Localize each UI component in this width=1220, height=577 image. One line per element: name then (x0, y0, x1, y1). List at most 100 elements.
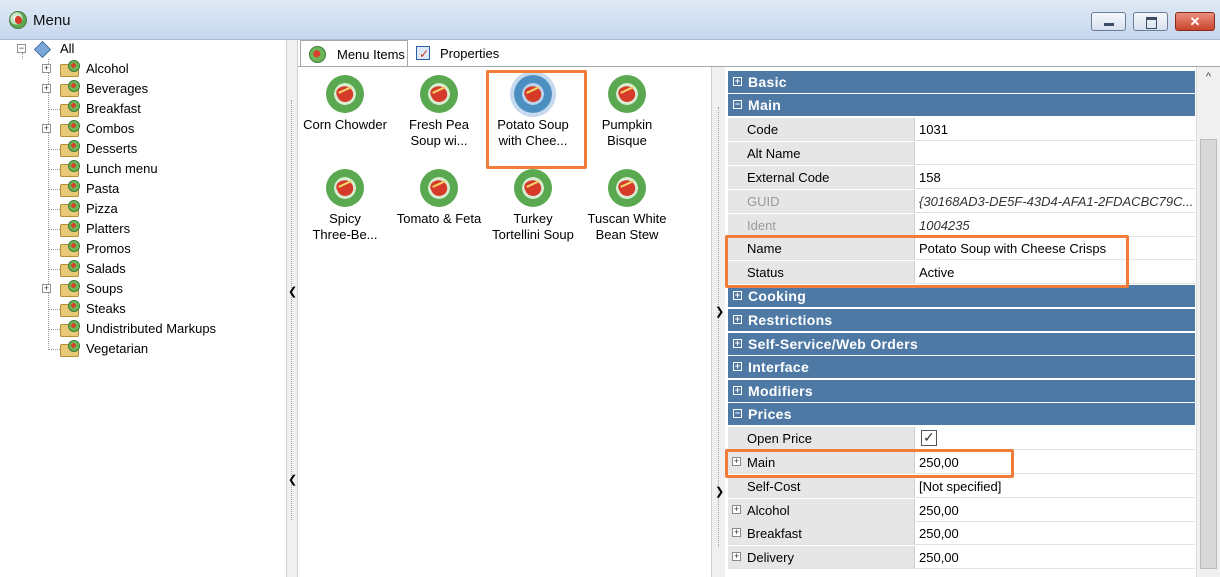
scroll-up-arrow-icon[interactable]: ^ (1197, 71, 1220, 83)
expand-icon[interactable]: + (732, 457, 741, 466)
menu-item-tile-selected[interactable]: Potato Soup with Chee... (486, 67, 580, 167)
property-row-code[interactable]: Code 1031 (728, 118, 1195, 141)
properties-icon (416, 41, 430, 68)
property-row-external-code[interactable]: External Code 158 (728, 166, 1195, 189)
tree-item-soups[interactable]: + Soups (42, 279, 282, 299)
menu-item-tile[interactable]: Tuscan White Bean Stew (580, 161, 674, 261)
tree-item-combos[interactable]: + Combos (42, 119, 282, 139)
folder-icon (59, 180, 81, 198)
tree-item-lunch-menu[interactable]: Lunch menu (42, 159, 282, 179)
expand-icon[interactable]: + (732, 552, 741, 561)
close-button[interactable] (1175, 12, 1215, 31)
scroll-thumb[interactable] (1200, 139, 1217, 569)
folder-icon (59, 120, 81, 138)
right-splitter[interactable]: ❯ ❯ (711, 67, 725, 577)
menu-item-tile[interactable]: Corn Chowder (298, 67, 392, 167)
property-row-price-delivery[interactable]: + Delivery 250,00 (728, 546, 1195, 569)
expand-icon[interactable]: + (733, 362, 742, 371)
category-interface[interactable]: + Interface (728, 356, 1195, 378)
category-self-service[interactable]: + Self-Service/Web Orders (728, 333, 1195, 355)
expand-icon[interactable]: + (733, 291, 742, 300)
property-row-price-main[interactable]: + Main 250,00 (728, 451, 1195, 474)
expand-icon[interactable]: + (732, 505, 741, 514)
maximize-button[interactable] (1133, 12, 1168, 31)
open-price-checkbox[interactable] (921, 429, 937, 446)
collapse-icon[interactable]: − (733, 409, 742, 418)
dish-icon (420, 75, 458, 113)
tree-item-pasta[interactable]: Pasta (42, 179, 282, 199)
dish-icon (608, 169, 646, 207)
property-grid-scrollbar[interactable]: ^ (1196, 67, 1220, 577)
expand-icon[interactable]: + (733, 315, 742, 324)
collapse-left-arrow-icon[interactable]: ❮ (288, 473, 297, 486)
tree-item-desserts[interactable]: Desserts (42, 139, 282, 159)
category-prices[interactable]: − Prices (728, 403, 1195, 425)
expand-icon[interactable]: + (733, 77, 742, 86)
dish-icon (514, 75, 552, 113)
expand-right-arrow-icon[interactable]: ❯ (715, 485, 724, 498)
tab-menu-items[interactable]: Menu Items (300, 40, 408, 67)
expand-icon[interactable]: + (733, 339, 742, 348)
property-row-status[interactable]: Status Active (728, 261, 1195, 284)
root-cube-icon (32, 40, 54, 58)
category-main[interactable]: − Main (728, 94, 1195, 116)
tab-properties[interactable]: Properties (410, 40, 520, 68)
property-row-price-alcohol[interactable]: + Alcohol 250,00 (728, 499, 1195, 522)
collapse-left-arrow-icon[interactable]: ❮ (288, 285, 297, 298)
menu-item-tile[interactable]: Pumpkin Bisque (580, 67, 674, 167)
minimize-button[interactable] (1091, 12, 1126, 31)
tree-item-alcohol[interactable]: + Alcohol (42, 59, 282, 79)
tree-item-promos[interactable]: Promos (42, 239, 282, 259)
property-row-name[interactable]: Name Potato Soup with Cheese Crisps (728, 237, 1195, 260)
expand-icon[interactable]: + (732, 528, 741, 537)
menu-item-tile[interactable]: Turkey Tortellini Soup (486, 161, 580, 261)
category-restrictions[interactable]: + Restrictions (728, 309, 1195, 331)
expand-icon[interactable]: + (733, 386, 742, 395)
menu-item-tile[interactable]: Fresh Pea Soup wi... (392, 67, 486, 167)
property-row-guid: GUID {30168AD3-DE5F-43D4-AFA1-2FDACBC79C… (728, 190, 1195, 213)
tree-item-label: Undistributed Markups (86, 321, 217, 336)
tree-item-beverages[interactable]: + Beverages (42, 79, 282, 99)
collapse-icon[interactable]: − (17, 44, 26, 53)
tree-item-platters[interactable]: Platters (42, 219, 282, 239)
collapse-icon[interactable]: − (733, 100, 742, 109)
category-modifiers[interactable]: + Modifiers (728, 380, 1195, 402)
folder-icon (59, 240, 81, 258)
left-splitter[interactable]: ❮ ❮ (287, 40, 298, 577)
property-row-self-cost[interactable]: Self-Cost [Not specified] (728, 475, 1195, 498)
tab-strip: Menu Items Properties (298, 40, 1220, 68)
expand-icon[interactable]: + (42, 284, 51, 293)
dish-icon (514, 169, 552, 207)
tree-item-undistributed-markups[interactable]: Undistributed Markups (42, 319, 282, 339)
tree-item-label: Pizza (86, 201, 118, 216)
menu-items-icon (309, 46, 326, 63)
expand-icon[interactable]: + (42, 84, 51, 93)
tree-root[interactable]: − All (17, 39, 217, 59)
folder-icon (59, 160, 81, 178)
property-row-open-price[interactable]: Open Price (728, 427, 1195, 450)
folder-icon (59, 140, 81, 158)
category-basic[interactable]: + Basic (728, 71, 1195, 93)
expand-right-arrow-icon[interactable]: ❯ (715, 305, 724, 318)
property-row-alt-name[interactable]: Alt Name (728, 142, 1195, 165)
menu-item-tile[interactable]: Tomato & Feta (392, 161, 486, 261)
expand-icon[interactable]: + (42, 124, 51, 133)
menu-item-tile[interactable]: Spicy Three-Be... (298, 161, 392, 261)
folder-icon (59, 100, 81, 118)
tree-item-steaks[interactable]: Steaks (42, 299, 282, 319)
property-row-price-breakfast[interactable]: + Breakfast 250,00 (728, 522, 1195, 545)
folder-icon (59, 200, 81, 218)
category-cooking[interactable]: + Cooking (728, 285, 1195, 307)
menu-item-label: Corn Chowder (303, 117, 387, 132)
dish-icon (420, 169, 458, 207)
tree-item-label: Salads (86, 261, 126, 276)
tree-item-salads[interactable]: Salads (42, 259, 282, 279)
tree-item-vegetarian[interactable]: Vegetarian (42, 339, 282, 359)
menu-item-label: Potato Soup with Chee... (497, 117, 569, 148)
folder-icon (59, 80, 81, 98)
tree-item-breakfast[interactable]: Breakfast (42, 99, 282, 119)
folder-icon (59, 340, 81, 358)
folder-icon (59, 260, 81, 278)
tree-item-pizza[interactable]: Pizza (42, 199, 282, 219)
expand-icon[interactable]: + (42, 64, 51, 73)
